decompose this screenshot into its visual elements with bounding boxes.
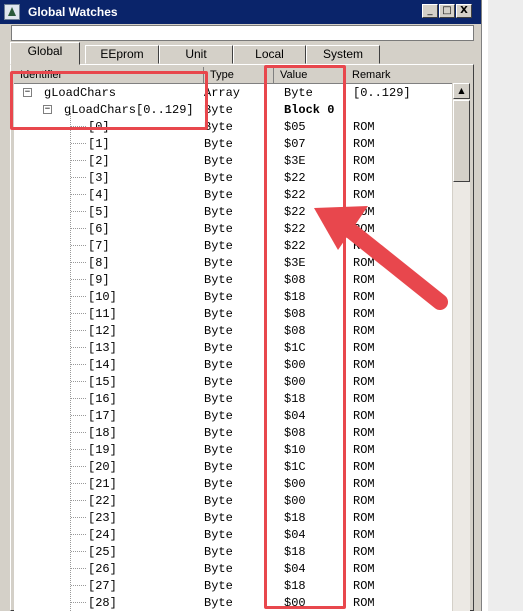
- arrow-shaft: [332, 214, 448, 310]
- annotation-arrow: [314, 206, 448, 310]
- tab-global[interactable]: Global: [10, 42, 80, 65]
